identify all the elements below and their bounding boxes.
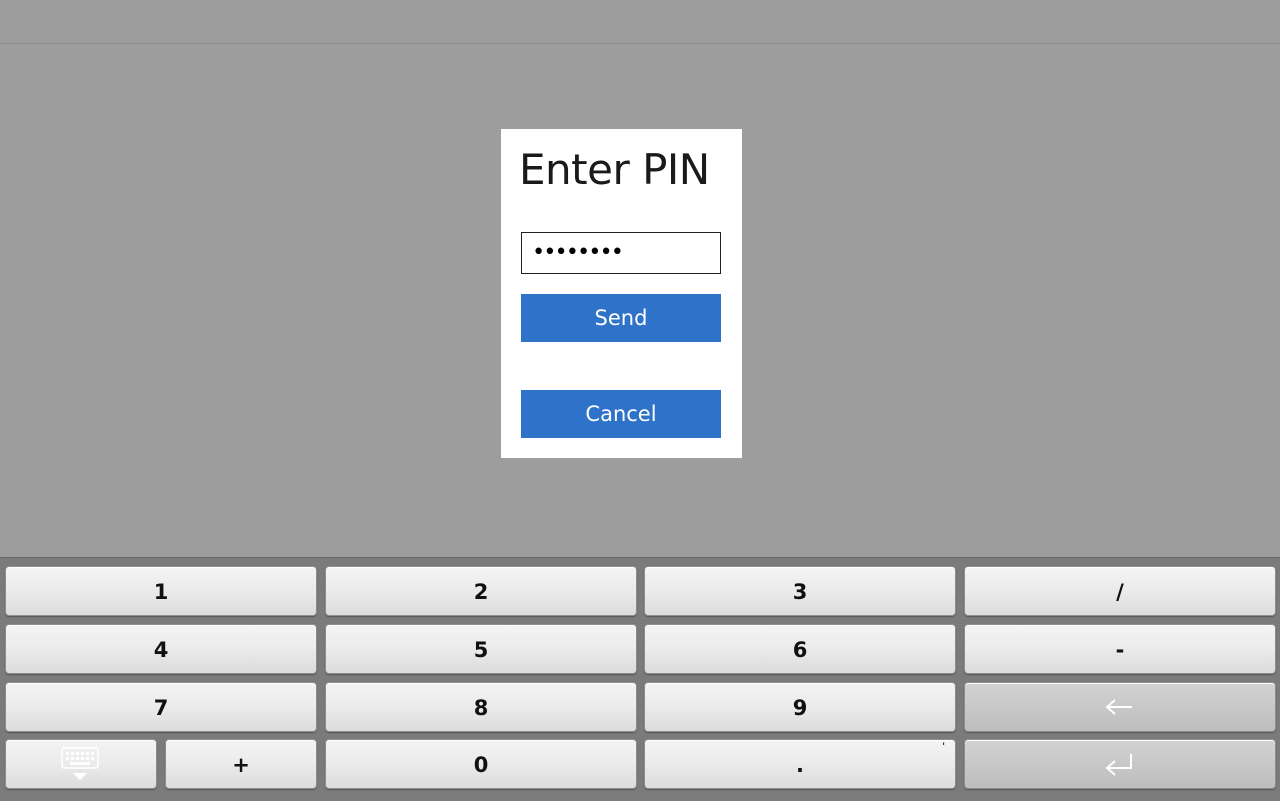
enter-key[interactable] [964, 739, 1276, 789]
pin-dialog: Enter PIN •••••••• Send Cancel [501, 129, 742, 458]
key-slash[interactable]: / [964, 566, 1276, 616]
key-8[interactable]: 8 [325, 682, 637, 732]
key-6[interactable]: 6 [644, 624, 956, 674]
key-minus[interactable]: - [964, 624, 1276, 674]
key-9[interactable]: 9 [644, 682, 956, 732]
key-4[interactable]: 4 [5, 624, 317, 674]
key-2[interactable]: 2 [325, 566, 637, 616]
enter-return-icon [1105, 754, 1132, 776]
key-0[interactable]: 0 [325, 739, 637, 789]
key-dot-secondary-label: ' [942, 742, 945, 752]
send-button[interactable]: Send [521, 294, 721, 342]
key-dot[interactable]: . ' [644, 739, 956, 789]
hide-keyboard-key[interactable] [5, 739, 157, 789]
key-7[interactable]: 7 [5, 682, 317, 732]
backspace-arrow-icon [1105, 699, 1132, 715]
key-3[interactable]: 3 [644, 566, 956, 616]
key-5[interactable]: 5 [325, 624, 637, 674]
onscreen-numeric-keyboard: 1 2 3 / 4 5 6 - 7 8 9 + 0 . ' [0, 557, 1280, 801]
keyboard-hide-icon [61, 747, 99, 780]
backspace-key[interactable] [964, 682, 1276, 732]
dialog-title: Enter PIN [519, 145, 710, 194]
top-bar [0, 0, 1280, 44]
key-dot-label: . [796, 753, 804, 777]
cancel-button[interactable]: Cancel [521, 390, 721, 438]
key-1[interactable]: 1 [5, 566, 317, 616]
key-plus[interactable]: + [165, 739, 317, 789]
pin-input[interactable]: •••••••• [521, 232, 721, 274]
